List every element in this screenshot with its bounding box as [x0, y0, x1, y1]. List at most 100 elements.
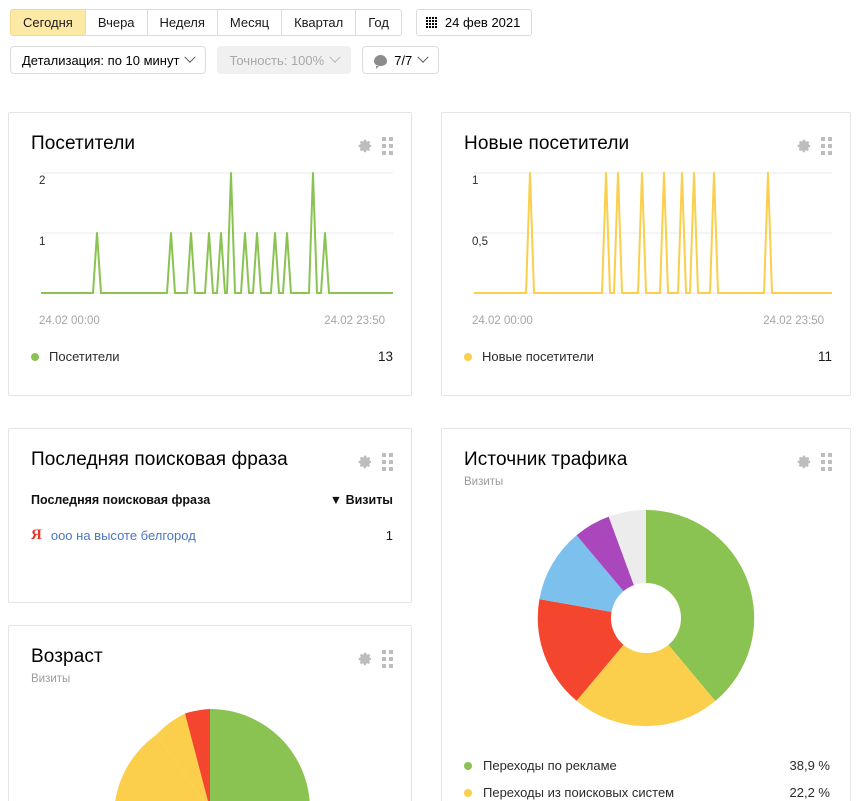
widget-visitors: Посетители 2 1 24.02 00:00 24.02 23:50 П…: [8, 112, 412, 396]
legend-total: 11: [817, 349, 832, 364]
widget-title: Возраст: [31, 646, 103, 667]
y-tick-0-5: 0,5: [472, 236, 488, 248]
legend-label: Переходы из поисковых систем: [483, 785, 675, 800]
legend-label: Посетители: [49, 349, 120, 364]
legend-item[interactable]: Переходы из поисковых систем 22,2 %: [464, 779, 830, 801]
widget-age: Возраст Визиты: [8, 625, 412, 801]
detail-label: Детализация: по 10 минут: [22, 52, 180, 68]
legend-percent: 38,9 %: [789, 758, 830, 773]
y-tick-1: 1: [39, 236, 46, 248]
drag-grid-icon[interactable]: [821, 453, 832, 471]
goals-label: 7/7: [394, 52, 413, 68]
traffic-donut-svg: [537, 509, 755, 727]
age-pie-chart: [9, 699, 411, 801]
speech-bubble-icon: [374, 54, 388, 69]
legend-label: Переходы по рекламе: [483, 758, 617, 773]
widget-actions: [796, 133, 832, 155]
widget-header: Возраст: [9, 626, 411, 668]
dashboard-page: Сегодня Вчера Неделя Месяц Квартал Год 2…: [0, 0, 859, 801]
gear-icon[interactable]: [357, 651, 373, 667]
x-axis-start: 24.02 00:00: [39, 315, 100, 327]
column-header-visits[interactable]: ▼ Визиты: [330, 493, 393, 507]
new-visitors-chart: 1 0,5 24.02 00:00 24.02 23:50: [460, 169, 832, 327]
legend-color-dot: [464, 788, 472, 797]
widget-subtitle: Визиты: [464, 476, 504, 488]
drag-grid-icon[interactable]: [821, 137, 832, 155]
yandex-icon: Я: [31, 527, 42, 543]
period-week[interactable]: Неделя: [146, 9, 217, 36]
widget-header: Посетители: [9, 113, 411, 155]
search-phrase-link[interactable]: ооо на высоте белгород: [51, 528, 196, 543]
widget-actions: [357, 646, 393, 668]
x-axis-start: 24.02 00:00: [472, 315, 533, 327]
widget-title: Новые посетители: [464, 133, 630, 154]
pie-slice-1: [210, 709, 310, 801]
new-visitors-x-axis: 24.02 00:00 24.02 23:50: [472, 315, 824, 327]
date-picker-button[interactable]: 24 фев 2021: [415, 9, 533, 36]
widget-actions: [357, 133, 393, 155]
period-quarter[interactable]: Квартал: [281, 9, 356, 36]
widget-subtitle: Визиты: [31, 673, 71, 685]
widget-last-search-phrase: Последняя поисковая фраза Последняя поис…: [8, 428, 412, 603]
traffic-source-legend: Переходы по рекламе 38,9 % Переходы из п…: [464, 752, 830, 801]
toolbar: Сегодня Вчера Неделя Месяц Квартал Год 2…: [0, 0, 859, 74]
y-tick-1: 1: [472, 175, 479, 187]
widget-actions: [357, 449, 393, 471]
legend-item[interactable]: Переходы по рекламе 38,9 %: [464, 752, 830, 779]
y-tick-2: 2: [39, 175, 46, 187]
date-picker-label: 24 фев 2021: [444, 15, 521, 30]
detail-dropdown[interactable]: Детализация: по 10 минут: [10, 46, 207, 74]
legend-color-dot: [464, 761, 472, 770]
toolbar-row-options: Детализация: по 10 минут Точность: 100% …: [10, 46, 859, 74]
period-yesterday[interactable]: Вчера: [84, 9, 147, 36]
widget-new-visitors: Новые посетители 1 0,5 24.02 00:00 24.02…: [441, 112, 851, 396]
legend-percent: 22,2 %: [789, 785, 830, 800]
chevron-down-icon: [184, 51, 197, 63]
period-year[interactable]: Год: [355, 9, 402, 36]
new-visitors-legend: Новые посетители 11: [464, 349, 832, 364]
period-month[interactable]: Месяц: [216, 9, 282, 36]
search-phrase-table: Последняя поисковая фраза ▼ Визиты Я ооо…: [31, 493, 393, 543]
legend-label: Новые посетители: [482, 349, 594, 364]
gear-icon[interactable]: [357, 454, 373, 470]
widget-title: Посетители: [31, 133, 136, 154]
widget-traffic-source: Источник трафика Визиты Переходы по рекл…: [441, 428, 851, 801]
chevron-down-icon: [329, 51, 341, 63]
widget-title: Источник трафика: [464, 449, 628, 470]
visits-value: 1: [385, 528, 393, 543]
table-row: Я ооо на высоте белгород 1: [31, 517, 393, 544]
visitors-x-axis: 24.02 00:00 24.02 23:50: [39, 315, 385, 327]
accuracy-label: Точность: 100%: [229, 52, 325, 68]
widget-header: Последняя поисковая фраза: [9, 429, 411, 471]
x-axis-end: 24.02 23:50: [763, 315, 824, 327]
legend-color-dot: [31, 352, 39, 361]
gear-icon[interactable]: [796, 454, 812, 470]
legend-total: 13: [377, 349, 393, 364]
period-today[interactable]: Сегодня: [10, 9, 85, 36]
period-segmented-control: Сегодня Вчера Неделя Месяц Квартал Год: [10, 9, 402, 36]
drag-grid-icon[interactable]: [382, 137, 393, 155]
x-axis-end: 24.02 23:50: [324, 315, 385, 327]
age-pie-svg: [115, 709, 310, 801]
visitors-legend: Посетители 13: [31, 349, 393, 364]
column-header-phrase: Последняя поисковая фраза: [31, 493, 211, 507]
widget-title: Последняя поисковая фраза: [31, 449, 288, 470]
accuracy-dropdown: Точность: 100%: [217, 46, 352, 74]
chevron-down-icon: [417, 51, 429, 63]
drag-grid-icon[interactable]: [382, 453, 393, 471]
table-header-row: Последняя поисковая фраза ▼ Визиты: [31, 493, 393, 517]
donut-hole: [611, 583, 681, 653]
calendar-icon: [425, 17, 437, 28]
traffic-source-donut-chart: [442, 502, 850, 734]
goals-dropdown[interactable]: 7/7: [362, 46, 440, 74]
widget-header: Источник трафика: [442, 429, 850, 471]
visitors-chart: 2 1 24.02 00:00 24.02 23:50: [27, 169, 393, 327]
gear-icon[interactable]: [796, 138, 812, 154]
visitors-line-svg: [41, 172, 393, 294]
new-visitors-line-svg: [474, 172, 832, 294]
widget-header: Новые посетители: [442, 113, 850, 155]
legend-color-dot: [464, 352, 472, 361]
widget-actions: [796, 449, 832, 471]
drag-grid-icon[interactable]: [382, 650, 393, 668]
gear-icon[interactable]: [357, 138, 373, 154]
